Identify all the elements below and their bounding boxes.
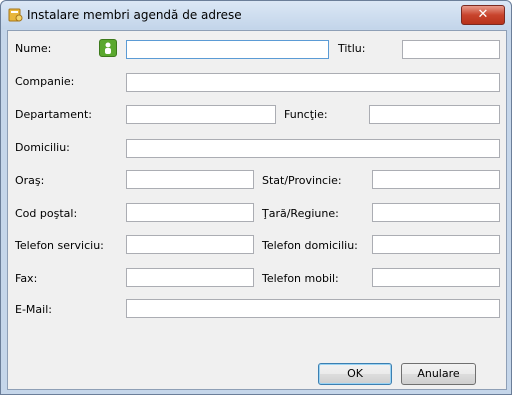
telefon-domiciliu-label: Telefon domiciliu: <box>262 239 358 252</box>
companie-input[interactable] <box>126 73 500 92</box>
stat-input[interactable] <box>372 170 500 189</box>
address-book-icon <box>8 8 23 22</box>
telefon-serviciu-label: Telefon serviciu: <box>15 239 104 252</box>
person-icon <box>105 42 111 54</box>
ok-button[interactable]: OK <box>318 363 392 385</box>
companie-label: Companie: <box>15 75 75 88</box>
oras-input[interactable] <box>126 170 254 189</box>
telefon-serviciu-input[interactable] <box>126 235 254 254</box>
domiciliu-label: Domiciliu: <box>15 141 70 154</box>
email-input[interactable] <box>126 299 500 318</box>
contact-person-icon[interactable] <box>99 39 117 57</box>
telefon-mobil-label: Telefon mobil: <box>262 272 339 285</box>
telefon-mobil-input[interactable] <box>372 268 500 287</box>
close-button[interactable]: ✕ <box>461 5 505 25</box>
departament-label: Departament: <box>15 108 93 121</box>
dialog-client-area: Nume: Titlu: Companie: Departament: Func… <box>7 30 507 390</box>
nume-label: Nume: <box>15 42 52 55</box>
title-bar[interactable]: Instalare membri agendă de adrese ✕ <box>1 1 511 29</box>
fax-input[interactable] <box>126 268 254 287</box>
functie-label: Funcţie: <box>284 108 328 121</box>
close-icon: ✕ <box>477 7 489 22</box>
tara-label: Ţară/Regiune: <box>262 207 339 220</box>
cancel-button[interactable]: Anulare <box>401 363 476 385</box>
email-label: E-Mail: <box>15 303 52 316</box>
telefon-domiciliu-input[interactable] <box>372 235 500 254</box>
fax-label: Fax: <box>15 272 38 285</box>
titlu-label: Titlu: <box>338 42 366 55</box>
tara-input[interactable] <box>372 203 500 222</box>
stat-label: Stat/Provincie: <box>262 174 342 187</box>
domiciliu-input[interactable] <box>126 139 500 158</box>
oras-label: Oraş: <box>15 174 45 187</box>
nume-input[interactable] <box>126 40 329 59</box>
dialog-window: Instalare membri agendă de adrese ✕ Nume… <box>0 0 512 395</box>
cod-postal-label: Cod poştal: <box>15 207 78 220</box>
departament-input[interactable] <box>126 105 276 124</box>
functie-input[interactable] <box>369 105 500 124</box>
titlu-input[interactable] <box>402 40 500 59</box>
cod-postal-input[interactable] <box>126 203 254 222</box>
window-title: Instalare membri agendă de adrese <box>27 8 242 22</box>
